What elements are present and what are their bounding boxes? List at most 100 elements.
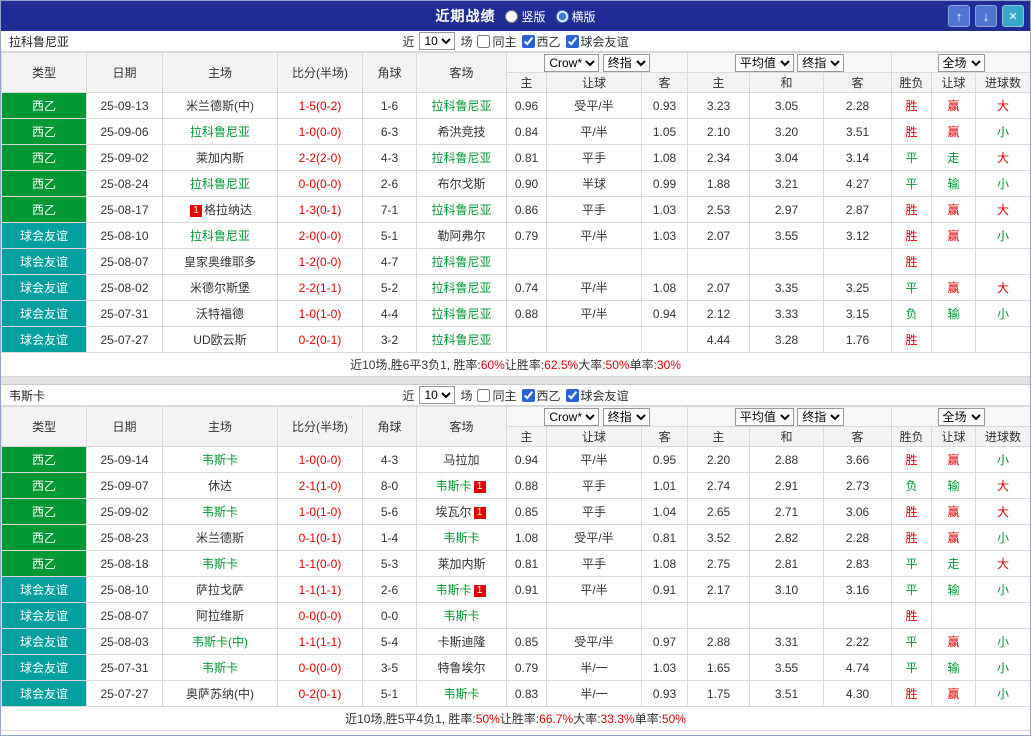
euro-odds-source-select[interactable]: 平均值 (734, 53, 794, 72)
result-wdl: 胜 (891, 326, 933, 353)
match-row: 西乙 25-09-13 米兰德斯(中) 1-5(0-2) 1-6 拉科鲁尼亚 0.96 受平/… (1, 92, 1030, 119)
match-date: 25-07-27 (86, 326, 163, 353)
result-wdl: 胜 (891, 222, 933, 249)
team-name: 韦斯卡(中) (192, 635, 248, 649)
euro-odds-time-select[interactable]: 终指 (797, 53, 845, 72)
team-block-huesca: 韦斯卡 近 10 场 同主 西乙 球会友谊 类型 日期 主场 比分(半场) 角球… (1, 385, 1030, 731)
same-home-checkbox[interactable] (477, 388, 491, 402)
result-goals: 大 (975, 144, 1030, 171)
euro-draw-odds: 3.10 (749, 576, 825, 603)
corner-score: 3-2 (362, 326, 417, 353)
match-date: 25-09-06 (86, 118, 163, 145)
full-match-select[interactable]: 全场 (937, 407, 985, 426)
corner-score: 7-1 (362, 196, 417, 223)
col-type: 类型 (1, 406, 87, 447)
friendly-checkbox[interactable] (565, 388, 579, 402)
team-name: 米兰德斯(中) (186, 99, 254, 113)
asia-odds-time-select[interactable]: 终指 (602, 407, 650, 426)
asia-handicap (546, 602, 642, 629)
horizontal-layout-radio[interactable] (555, 9, 569, 23)
match-date: 25-09-02 (86, 144, 163, 171)
asia-home-odds: 0.86 (506, 196, 547, 223)
euro-home-odds: 2.65 (687, 498, 751, 525)
match-row: 西乙 25-08-18 韦斯卡 1-1(0-0) 5-3 莱加内斯 0.81 平手 1.08 2.… (1, 550, 1030, 577)
friendly-option[interactable]: 球会友谊 (565, 33, 629, 50)
result-handicap: 走 (931, 550, 977, 577)
horizontal-layout-label: 横版 (571, 9, 596, 24)
match-date: 25-08-23 (86, 524, 163, 551)
full-match-select[interactable]: 全场 (937, 53, 985, 72)
match-date: 25-08-24 (86, 170, 163, 197)
asia-home-odds: 1.08 (506, 524, 547, 551)
euro-home-odds: 2.07 (687, 274, 751, 301)
friendly-checkbox[interactable] (565, 34, 579, 48)
euro-away-odds: 1.76 (823, 326, 893, 353)
euro-draw-odds: 2.91 (749, 472, 825, 499)
league-checkbox[interactable] (521, 388, 535, 402)
asia-away-odds: 1.01 (640, 472, 689, 499)
euro-draw-odds: 3.51 (749, 680, 825, 707)
same-home-option[interactable]: 同主 (477, 33, 517, 50)
friendly-option[interactable]: 球会友谊 (565, 387, 629, 404)
asia-home-odds: 0.79 (506, 654, 547, 681)
euro-home-odds: 1.65 (687, 654, 751, 681)
match-row: 球会友谊 25-07-27 奥萨苏纳(中) 0-2(0-1) 5-1 韦斯卡 0.83 半/一… (1, 680, 1030, 707)
layout-vertical-option[interactable]: 竖版 (505, 8, 546, 25)
result-wdl: 胜 (891, 118, 933, 145)
league-label: 西乙 (536, 34, 561, 49)
summary-value: 33.3% (600, 711, 635, 726)
titlebar-buttons: ↑ ↓ × (948, 5, 1024, 27)
league-option[interactable]: 西乙 (521, 33, 561, 50)
team-name: 拉科鲁尼亚 (189, 229, 250, 243)
team-name: 沃特福德 (195, 307, 244, 321)
titlebar-center: 近期战绩 竖版 横版 (1, 6, 1030, 26)
summary-label: 让胜率: (504, 358, 545, 372)
away-team-cell: 韦斯卡 (416, 602, 507, 629)
scroll-up-button[interactable]: ↑ (948, 5, 970, 27)
asia-handicap: 平手 (546, 550, 642, 577)
euro-odds-source-select[interactable]: 平均值 (734, 407, 794, 426)
match-row: 球会友谊 25-08-10 萨拉戈萨 1-1(1-1) 2-6 韦斯卡 1 0.91 平/半 0.… (1, 576, 1030, 603)
team-name: 拉科鲁尼亚 (189, 125, 250, 139)
league-option[interactable]: 西乙 (521, 387, 561, 404)
match-score: 1-5(0-2) (277, 92, 363, 119)
euro-draw-odds: 3.05 (749, 92, 825, 119)
asia-home-odds: 0.94 (506, 446, 547, 473)
match-date: 25-08-07 (86, 602, 163, 629)
asia-home-odds (506, 248, 547, 275)
home-team-cell: 拉科鲁尼亚 (162, 170, 278, 197)
euro-odds-time-select[interactable]: 终指 (797, 407, 845, 426)
vertical-layout-radio[interactable] (505, 9, 519, 23)
asia-home-odds: 0.81 (506, 550, 547, 577)
summary-value: 60% (480, 357, 505, 372)
scroll-down-button[interactable]: ↓ (975, 5, 997, 27)
team-name: 韦斯卡 (201, 557, 238, 571)
team-name: 韦斯卡 (201, 505, 238, 519)
friendly-label: 球会友谊 (580, 34, 629, 49)
filter-row: 拉科鲁尼亚 近 10 场 同主 西乙 球会友谊 (1, 31, 1030, 52)
team-name: 米德尔斯堡 (189, 281, 250, 295)
red-card-badge: 1 (189, 205, 202, 217)
euro-home-odds: 2.07 (687, 222, 751, 249)
corner-score: 2-6 (362, 576, 417, 603)
match-count-select[interactable]: 10 (419, 32, 456, 50)
same-home-option[interactable]: 同主 (477, 387, 517, 404)
euro-draw-odds (749, 248, 825, 275)
match-count-select[interactable]: 10 (419, 386, 456, 404)
layout-horizontal-option[interactable]: 横版 (555, 8, 596, 25)
asia-odds-source-select[interactable]: Crow* (544, 407, 600, 426)
same-home-checkbox[interactable] (477, 34, 491, 48)
recent-results-panel: 近期战绩 竖版 横版 ↑ ↓ × 拉科鲁尼亚 近 10 场 同主 西乙 球会友谊… (0, 0, 1031, 736)
close-button[interactable]: × (1002, 5, 1024, 27)
team-name: 布尔戈斯 (437, 177, 486, 191)
asia-odds-source-select[interactable]: Crow* (544, 53, 600, 72)
result-handicap: 输 (931, 300, 977, 327)
col-euro-home: 主 (687, 72, 751, 93)
euro-draw-odds: 3.55 (749, 654, 825, 681)
asia-odds-time-select[interactable]: 终指 (602, 53, 650, 72)
euro-away-odds: 3.16 (823, 576, 893, 603)
team-name: 休达 (207, 479, 232, 493)
league-checkbox[interactable] (521, 34, 535, 48)
team-name: 马拉加 (443, 453, 480, 467)
result-wdl: 平 (891, 628, 933, 655)
